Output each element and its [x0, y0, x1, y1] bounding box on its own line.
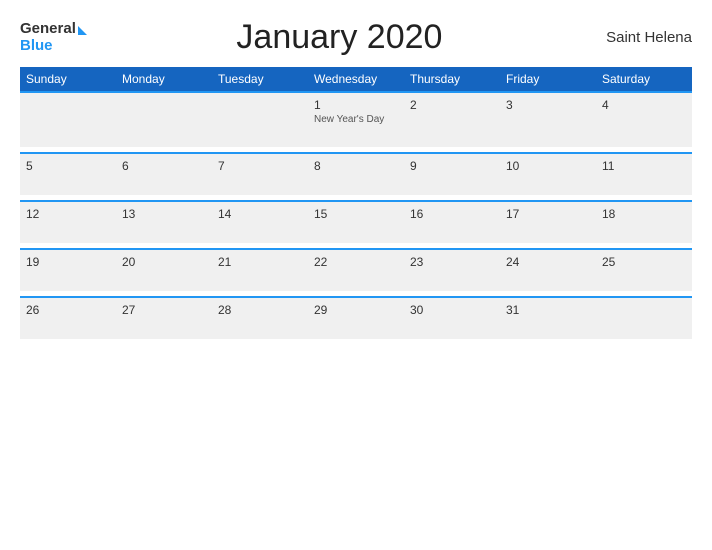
week-row-4: 19 20 21 22 23 24 25	[20, 249, 692, 291]
cell-w5-d4: 30	[404, 297, 500, 339]
cell-w2-d1: 6	[116, 153, 212, 195]
days-header-row: Sunday Monday Tuesday Wednesday Thursday…	[20, 67, 692, 92]
day-number-8: 8	[314, 159, 398, 173]
cell-w2-d4: 9	[404, 153, 500, 195]
week-row-3: 12 13 14 15 16 17 18	[20, 201, 692, 243]
day-number-30: 30	[410, 303, 494, 317]
cell-w4-d6: 25	[596, 249, 692, 291]
header-wednesday: Wednesday	[308, 67, 404, 92]
day-number-12: 12	[26, 207, 110, 221]
day-number-5: 5	[26, 159, 110, 173]
event-label-1: New Year's Day	[314, 114, 398, 125]
day-number-31: 31	[506, 303, 590, 317]
header-thursday: Thursday	[404, 67, 500, 92]
day-number-3: 3	[506, 98, 590, 112]
week-row-5: 26 27 28 29 30 31	[20, 297, 692, 339]
day-number-23: 23	[410, 255, 494, 269]
cell-w5-d1: 27	[116, 297, 212, 339]
day-number-21: 21	[218, 255, 302, 269]
day-number-4: 4	[602, 98, 686, 112]
logo-blue-text: Blue	[20, 38, 87, 55]
cell-w4-d4: 23	[404, 249, 500, 291]
week-row-1: 1 New Year's Day 234	[20, 92, 692, 147]
day-number-28: 28	[218, 303, 302, 317]
header-friday: Friday	[500, 67, 596, 92]
header-monday: Monday	[116, 67, 212, 92]
calendar-title: January 2020	[87, 18, 592, 57]
cell-w4-d5: 24	[500, 249, 596, 291]
cell-w5-d3: 29	[308, 297, 404, 339]
day-number-14: 14	[218, 207, 302, 221]
week-row-2: 56789 10 11	[20, 153, 692, 195]
day-number-29: 29	[314, 303, 398, 317]
cell-w5-d0: 26	[20, 297, 116, 339]
region-label: Saint Helena	[592, 29, 692, 46]
cell-w5-d5: 31	[500, 297, 596, 339]
cell-w2-d6: 11	[596, 153, 692, 195]
cell-w4-d3: 22	[308, 249, 404, 291]
cell-w3-d0: 12	[20, 201, 116, 243]
cell-w4-d0: 19	[20, 249, 116, 291]
cell-w2-d3: 8	[308, 153, 404, 195]
day-number-15: 15	[314, 207, 398, 221]
day-number-26: 26	[26, 303, 110, 317]
cell-w1-d6: 4	[596, 92, 692, 147]
header-saturday: Saturday	[596, 67, 692, 92]
day-number-2: 2	[410, 98, 494, 112]
cell-w4-d1: 20	[116, 249, 212, 291]
cell-w3-d2: 14	[212, 201, 308, 243]
day-number-9: 9	[410, 159, 494, 173]
cell-w2-d5: 10	[500, 153, 596, 195]
day-number-25: 25	[602, 255, 686, 269]
cell-w1-d2	[212, 92, 308, 147]
day-number-16: 16	[410, 207, 494, 221]
cell-w5-d2: 28	[212, 297, 308, 339]
calendar-table: Sunday Monday Tuesday Wednesday Thursday…	[20, 67, 692, 339]
day-number-11: 11	[602, 159, 686, 173]
day-number-17: 17	[506, 207, 590, 221]
header: General Blue January 2020 Saint Helena	[20, 18, 692, 57]
cell-w2-d2: 7	[212, 153, 308, 195]
logo: General Blue	[20, 21, 87, 54]
logo-general-text: General	[20, 21, 76, 38]
day-number-24: 24	[506, 255, 590, 269]
day-number-13: 13	[122, 207, 206, 221]
cell-w2-d0: 5	[20, 153, 116, 195]
day-number-7: 7	[218, 159, 302, 173]
calendar-page: General Blue January 2020 Saint Helena S…	[0, 0, 712, 550]
header-sunday: Sunday	[20, 67, 116, 92]
cell-w1-d1	[116, 92, 212, 147]
cell-w1-d0	[20, 92, 116, 147]
cell-w1-d4: 2	[404, 92, 500, 147]
cell-w3-d3: 15	[308, 201, 404, 243]
cell-w5-d6	[596, 297, 692, 339]
day-number-19: 19	[26, 255, 110, 269]
cell-w3-d6: 18	[596, 201, 692, 243]
cell-w4-d2: 21	[212, 249, 308, 291]
logo-triangle-icon	[78, 26, 87, 35]
day-number-18: 18	[602, 207, 686, 221]
header-tuesday: Tuesday	[212, 67, 308, 92]
day-number-6: 6	[122, 159, 206, 173]
cell-w3-d4: 16	[404, 201, 500, 243]
cell-w1-d5: 3	[500, 92, 596, 147]
day-number-10: 10	[506, 159, 590, 173]
cell-w1-d3: 1 New Year's Day	[308, 92, 404, 147]
day-number-27: 27	[122, 303, 206, 317]
day-number-22: 22	[314, 255, 398, 269]
cell-w3-d1: 13	[116, 201, 212, 243]
day-number-20: 20	[122, 255, 206, 269]
day-number-1: 1	[314, 98, 398, 112]
cell-w3-d5: 17	[500, 201, 596, 243]
